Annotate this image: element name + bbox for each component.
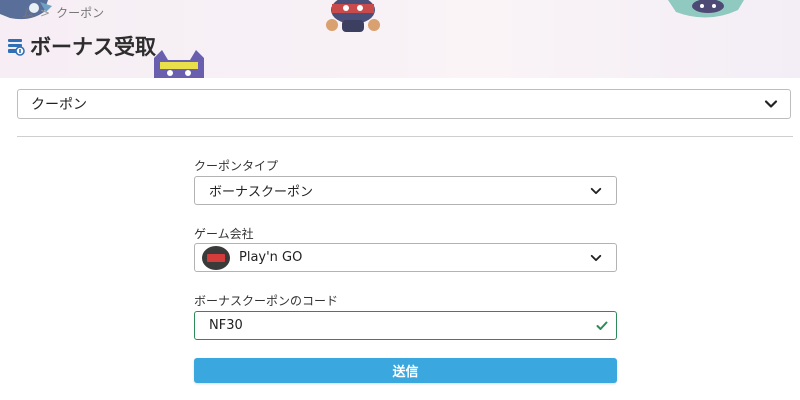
- coupon-type-select[interactable]: ボーナスクーポン: [194, 176, 617, 205]
- provider-logo-icon: [202, 245, 230, 270]
- coupon-category-value: クーポン: [31, 97, 87, 113]
- chevron-down-icon: [590, 254, 602, 261]
- page-title-row: ボーナス受取: [6, 31, 156, 61]
- chevron-down-icon: [590, 187, 602, 194]
- mascot-center-image: [326, 0, 380, 32]
- coupon-code-input[interactable]: NF30: [194, 311, 617, 340]
- coupon-code-label: ボーナスクーポンのコード: [194, 294, 339, 308]
- submit-button[interactable]: 送信: [194, 358, 617, 383]
- game-provider-value: Play'n GO: [239, 250, 303, 265]
- chevron-down-icon: [764, 100, 778, 108]
- coupon-type-value: ボーナスクーポン: [209, 185, 314, 200]
- check-icon: [596, 321, 608, 330]
- page-header: ム > クーポン ボーナス受取: [0, 0, 800, 78]
- coupon-code-value: NF30: [209, 318, 243, 333]
- game-provider-label: ゲーム会社: [194, 227, 254, 241]
- breadcrumb-current: クーポン: [56, 6, 105, 20]
- mascot-right-image: [668, 0, 744, 18]
- game-provider-select[interactable]: Play'n GO: [194, 243, 617, 272]
- gift-money-icon: [8, 39, 25, 56]
- coupon-category-select[interactable]: クーポン: [17, 89, 791, 119]
- coupon-type-label: クーポンタイプ: [194, 159, 279, 173]
- breadcrumb: ム > クーポン: [22, 4, 104, 21]
- breadcrumb-separator: >: [40, 5, 51, 20]
- section-divider: [17, 136, 793, 137]
- breadcrumb-prev-link[interactable]: ム: [22, 4, 34, 21]
- page-title: ボーナス受取: [30, 35, 156, 59]
- mascot-bottom-image: [154, 50, 204, 78]
